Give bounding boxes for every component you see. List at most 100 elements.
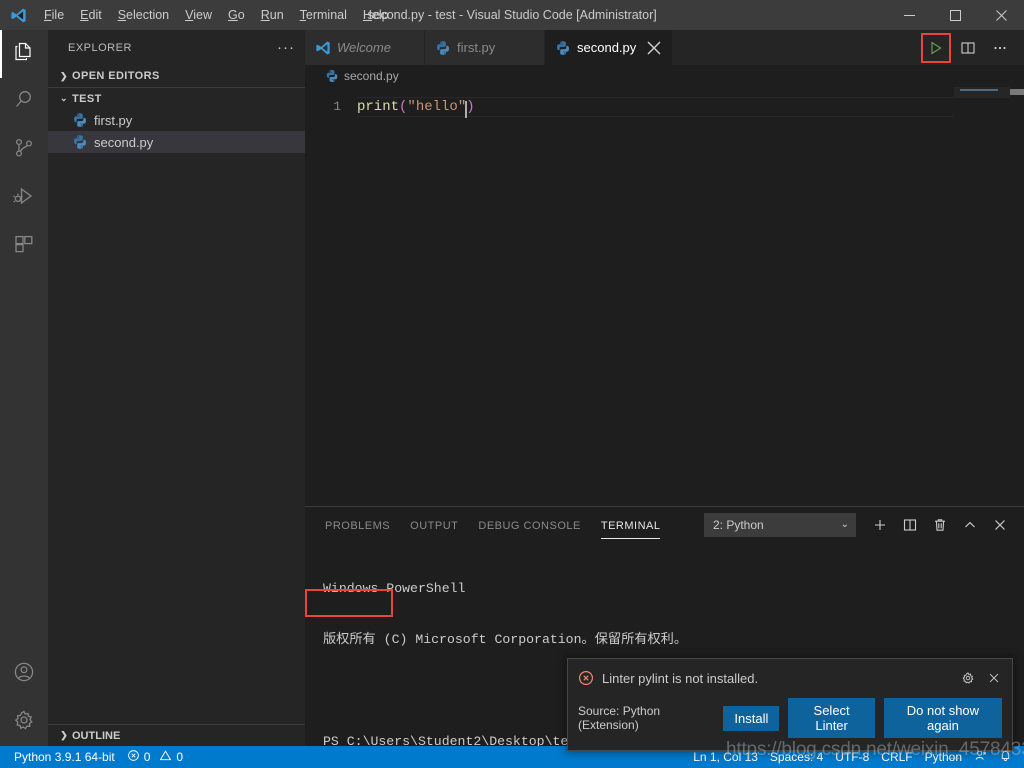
status-bar-left: Python 3.9.1 64-bit 0 0 xyxy=(0,746,189,768)
menu-run[interactable]: Run xyxy=(253,0,292,30)
list-item-second-py[interactable]: second.py xyxy=(48,131,305,153)
new-terminal-button[interactable] xyxy=(866,511,894,539)
status-label: Python 3.9.1 64-bit xyxy=(14,750,115,764)
tab-problems[interactable]: PROBLEMS xyxy=(325,511,390,539)
python-file-icon xyxy=(555,40,571,56)
terminal-line: Windows PowerShell xyxy=(323,580,1024,597)
menu-edit[interactable]: Edit xyxy=(72,0,110,30)
error-circle-icon xyxy=(578,670,594,686)
tab-second-py[interactable]: second.py xyxy=(545,30,674,65)
outline-label: OUTLINE xyxy=(72,729,121,742)
panel-actions: 2: Python ⌄ xyxy=(704,511,1014,539)
chevron-down-icon: ⌄ xyxy=(60,93,68,103)
menu-help[interactable]: Help xyxy=(355,0,397,30)
editor-actions xyxy=(921,30,1024,65)
section-open-editors[interactable]: ❯ OPEN EDITORS xyxy=(48,65,305,87)
accounts-button[interactable] xyxy=(0,650,48,698)
line-number: 1 xyxy=(333,99,341,114)
menu-file[interactable]: File xyxy=(36,0,72,30)
notification-toast: Linter pylint is not installed. Source: … xyxy=(567,658,1013,751)
breadcrumb[interactable]: second.py xyxy=(305,65,1024,87)
notification-actions xyxy=(958,668,1004,688)
editor-minimap[interactable] xyxy=(954,87,1010,506)
close-panel-button[interactable] xyxy=(986,511,1014,539)
tab-welcome[interactable]: Welcome xyxy=(305,30,425,65)
title-bar: File Edit Selection View Go Run Terminal… xyxy=(0,0,1024,30)
python-file-icon xyxy=(435,40,451,56)
menu-terminal[interactable]: Terminal xyxy=(292,0,355,30)
close-icon[interactable] xyxy=(978,0,1024,30)
split-terminal-button[interactable] xyxy=(896,511,924,539)
terminal-text: Windows PowerShell xyxy=(323,581,466,596)
terminal-selector-dropdown[interactable]: 2: Python ⌄ xyxy=(704,512,856,537)
run-python-file-button[interactable] xyxy=(921,32,951,63)
tab-output[interactable]: OUTPUT xyxy=(410,511,458,539)
code-editor[interactable]: 1 print("hello") xyxy=(305,87,1024,506)
warning-icon xyxy=(159,749,172,765)
scrollbar-thumb[interactable] xyxy=(1010,89,1024,95)
close-icon[interactable] xyxy=(984,668,1004,688)
extensions-icon xyxy=(12,232,36,261)
code-line-1: 1 print("hello") xyxy=(305,97,1024,118)
sidebar-item-search[interactable] xyxy=(0,78,48,126)
manage-settings-button[interactable] xyxy=(0,698,48,746)
tab-terminal[interactable]: TERMINAL xyxy=(600,511,661,539)
python-file-icon xyxy=(72,134,88,150)
code-token-print: print xyxy=(357,99,400,115)
kill-terminal-button[interactable] xyxy=(926,511,954,539)
bell-icon xyxy=(999,749,1012,765)
status-python-interpreter[interactable]: Python 3.9.1 64-bit xyxy=(8,746,121,768)
breadcrumb-label: second.py xyxy=(344,69,399,83)
do-not-show-again-button[interactable]: Do not show again xyxy=(883,698,1002,738)
editor-tab-bar: Welcome first.py second.py xyxy=(305,30,1024,65)
section-outline[interactable]: ❯ OUTLINE xyxy=(48,724,305,746)
select-linter-button[interactable]: Select Linter xyxy=(788,698,875,738)
code-content[interactable]: print("hello") xyxy=(357,98,475,118)
status-problems[interactable]: 0 0 xyxy=(121,746,189,768)
live-share-icon xyxy=(974,749,987,765)
sidebar-more-actions-icon[interactable]: ··· xyxy=(277,40,295,55)
maximize-panel-button[interactable] xyxy=(956,511,984,539)
sidebar-item-source-control[interactable] xyxy=(0,126,48,174)
close-icon[interactable] xyxy=(646,40,662,56)
sidebar-item-explorer[interactable] xyxy=(0,30,48,78)
warning-count: 0 xyxy=(176,750,184,764)
run-debug-icon xyxy=(12,184,36,213)
sidebar-item-extensions[interactable] xyxy=(0,222,48,270)
menu-selection[interactable]: Selection xyxy=(110,0,177,30)
tab-debug-console[interactable]: DEBUG CONSOLE xyxy=(478,511,580,539)
activity-bar-bottom-group xyxy=(0,650,48,746)
files-icon xyxy=(12,40,36,69)
gear-icon[interactable] xyxy=(958,668,978,688)
open-editors-label: OPEN EDITORS xyxy=(72,70,160,82)
python-file-icon xyxy=(72,112,88,128)
list-item-label: first.py xyxy=(94,112,133,128)
minimap-content-line xyxy=(960,89,998,91)
vscode-logo-icon xyxy=(0,0,36,30)
gear-icon xyxy=(12,708,36,737)
sidebar-item-run-and-debug[interactable] xyxy=(0,174,48,222)
editor-vertical-scrollbar[interactable] xyxy=(1010,87,1024,506)
install-button[interactable]: Install xyxy=(723,705,780,731)
section-folder-test[interactable]: ⌄ TEST xyxy=(48,87,305,109)
window-controls xyxy=(886,0,1024,30)
split-editor-button[interactable] xyxy=(954,34,982,62)
chevron-down-icon: ⌄ xyxy=(840,519,849,530)
list-item-first-py[interactable]: first.py xyxy=(48,109,305,131)
menu-go[interactable]: Go xyxy=(220,0,253,30)
code-token-close-paren: ) xyxy=(466,99,475,115)
minimize-icon[interactable] xyxy=(886,0,932,30)
notification-message: Linter pylint is not installed. xyxy=(602,670,759,686)
menu-view[interactable]: View xyxy=(177,0,220,30)
more-actions-button[interactable] xyxy=(986,34,1014,62)
tab-first-py[interactable]: first.py xyxy=(425,30,545,65)
terminal-selector-value: 2: Python xyxy=(713,517,764,532)
code-token-string: "hello" xyxy=(407,99,467,115)
editor-column: Welcome first.py second.py second.py 1 p… xyxy=(305,30,1024,746)
list-item-label: second.py xyxy=(94,134,154,150)
tab-label: first.py xyxy=(457,40,496,55)
maximize-icon[interactable] xyxy=(932,0,978,30)
chevron-right-icon: ❯ xyxy=(60,70,68,81)
notification-source: Source: Python (Extension) xyxy=(578,704,661,732)
